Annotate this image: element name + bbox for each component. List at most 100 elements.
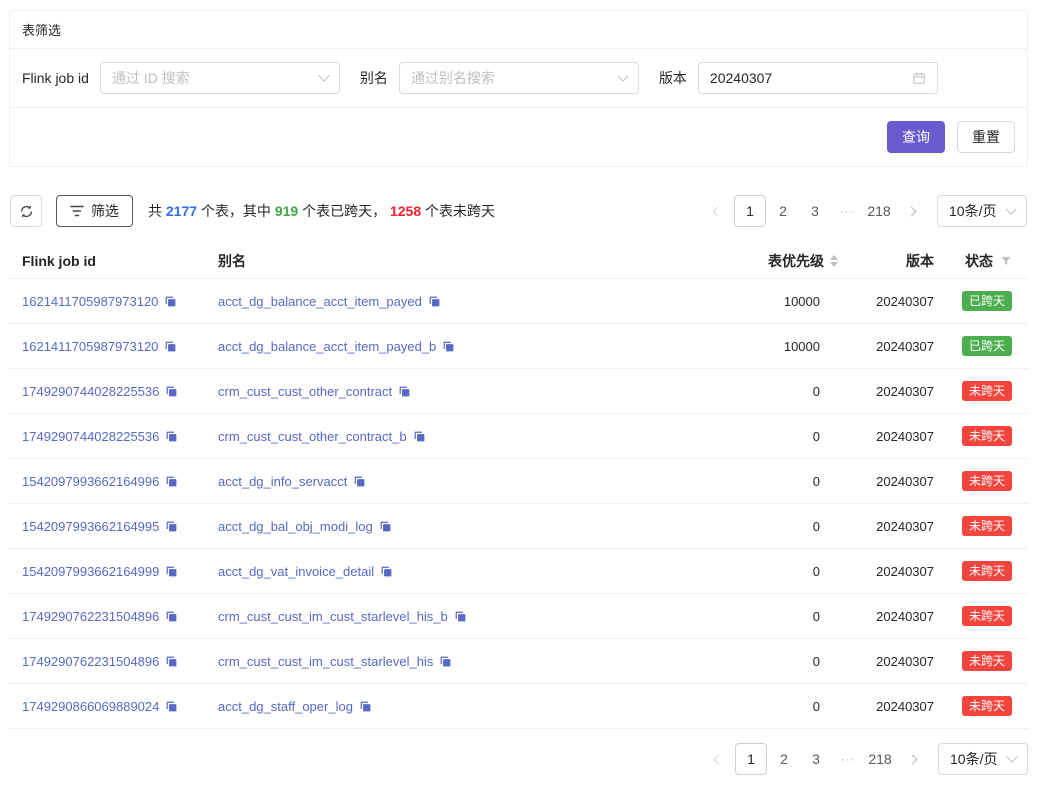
- flink-job-id-link[interactable]: 1621411705987973120: [22, 339, 158, 354]
- alias-link[interactable]: acct_dg_info_servacct: [218, 474, 347, 489]
- toolbar: 筛选 共 2177 个表，其中 919 个表已跨天， 1258 个表未跨天 1 …: [10, 195, 1027, 227]
- alias-link[interactable]: crm_cust_cust_other_contract: [218, 384, 392, 399]
- flink-job-id-field: Flink job id 通过 ID 搜索: [22, 62, 340, 94]
- sort-icon[interactable]: [830, 255, 838, 267]
- status-badge: 未跨天: [962, 606, 1012, 626]
- page-3-button[interactable]: 3: [800, 196, 830, 226]
- reset-button[interactable]: 重置: [957, 121, 1015, 153]
- summary-part: 个表已跨天，: [298, 203, 390, 219]
- page-last-button[interactable]: 218: [865, 744, 895, 774]
- version-value: 20240307: [838, 699, 934, 714]
- prev-page-button[interactable]: [703, 744, 733, 774]
- priority-value: 0: [668, 654, 838, 669]
- copy-icon[interactable]: [165, 700, 178, 713]
- page-3-button[interactable]: 3: [801, 744, 831, 774]
- page-1-button[interactable]: 1: [734, 195, 766, 227]
- copy-icon[interactable]: [380, 565, 393, 578]
- copy-icon[interactable]: [442, 340, 455, 353]
- priority-value: 0: [668, 564, 838, 579]
- priority-value: 0: [668, 699, 838, 714]
- copy-icon[interactable]: [359, 700, 372, 713]
- header-priority[interactable]: 表优先级: [668, 251, 838, 271]
- alias-placeholder: 通过别名搜索: [411, 68, 611, 88]
- next-page-button[interactable]: [896, 196, 926, 226]
- copy-icon[interactable]: [398, 385, 411, 398]
- copy-icon[interactable]: [165, 520, 178, 533]
- chevron-right-icon: [907, 754, 917, 764]
- total-count: 2177: [166, 203, 197, 219]
- alias-link[interactable]: acct_dg_staff_oper_log: [218, 699, 353, 714]
- copy-icon[interactable]: [165, 475, 178, 488]
- page-1-button[interactable]: 1: [735, 743, 767, 775]
- flink-job-id-link[interactable]: 1749290744028225536: [22, 429, 159, 444]
- alias-link[interactable]: acct_dg_balance_acct_item_payed_b: [218, 339, 436, 354]
- alias-link[interactable]: crm_cust_cust_other_contract_b: [218, 429, 407, 444]
- alias-link[interactable]: acct_dg_bal_obj_modi_log: [218, 519, 373, 534]
- version-value: 20240307: [838, 519, 934, 534]
- version-value: 20240307: [838, 654, 934, 669]
- summary-part: 个表未跨天: [421, 203, 495, 219]
- copy-icon[interactable]: [353, 475, 366, 488]
- copy-icon[interactable]: [164, 340, 177, 353]
- flink-job-id-link[interactable]: 1749290744028225536: [22, 384, 159, 399]
- chevron-left-icon: [712, 206, 722, 216]
- flink-job-id-link[interactable]: 1542097993662164999: [22, 564, 159, 579]
- next-page-button[interactable]: [897, 744, 927, 774]
- copy-icon[interactable]: [428, 295, 441, 308]
- version-label: 版本: [659, 68, 687, 88]
- results-table: Flink job id 别名 表优先级 版本 状态 1621411705987…: [9, 243, 1028, 729]
- flink-job-id-link[interactable]: 1749290762231504896: [22, 609, 159, 624]
- filter-funnel-icon[interactable]: [1000, 255, 1012, 267]
- page-size-select[interactable]: 10条/页: [938, 743, 1028, 775]
- table-row: 1542097993662164995 acct_dg_bal_obj_modi…: [9, 504, 1028, 549]
- alias-link[interactable]: crm_cust_cust_im_cust_starlevel_his_b: [218, 609, 448, 624]
- page-ellipsis[interactable]: ···: [832, 196, 862, 226]
- priority-value: 0: [668, 384, 838, 399]
- flink-job-id-select[interactable]: 通过 ID 搜索: [100, 62, 340, 94]
- filter-row: Flink job id 通过 ID 搜索 别名 通过别名搜索 版本 20240…: [10, 49, 1027, 108]
- filter-card: 表筛选 Flink job id 通过 ID 搜索 别名 通过别名搜索 版本: [9, 10, 1028, 167]
- flink-job-id-link[interactable]: 1749290762231504896: [22, 654, 159, 669]
- alias-link[interactable]: acct_dg_vat_invoice_detail: [218, 564, 374, 579]
- copy-icon[interactable]: [165, 385, 178, 398]
- page-ellipsis[interactable]: ···: [833, 744, 863, 774]
- chevron-down-icon: [318, 70, 329, 81]
- flink-job-id-placeholder: 通过 ID 搜索: [112, 68, 312, 88]
- copy-icon[interactable]: [379, 520, 392, 533]
- header-status: 状态: [934, 251, 1012, 271]
- page-size-select[interactable]: 10条/页: [937, 195, 1027, 227]
- query-button[interactable]: 查询: [887, 121, 945, 153]
- alias-select[interactable]: 通过别名搜索: [399, 62, 639, 94]
- page-last-button[interactable]: 218: [864, 196, 894, 226]
- copy-icon[interactable]: [413, 430, 426, 443]
- summary-part: 个表，其中: [197, 203, 275, 219]
- copy-icon[interactable]: [165, 610, 178, 623]
- table-row: 1542097993662164999 acct_dg_vat_invoice_…: [9, 549, 1028, 594]
- copy-icon[interactable]: [454, 610, 467, 623]
- copy-icon[interactable]: [164, 295, 177, 308]
- flink-job-id-link[interactable]: 1542097993662164996: [22, 474, 159, 489]
- version-value: 20240307: [838, 474, 934, 489]
- status-badge: 未跨天: [962, 516, 1012, 536]
- chevron-down-icon: [617, 70, 628, 81]
- copy-icon[interactable]: [439, 655, 452, 668]
- prev-page-button[interactable]: [702, 196, 732, 226]
- flink-job-id-link[interactable]: 1749290866069889024: [22, 699, 159, 714]
- page-2-button[interactable]: 2: [769, 744, 799, 774]
- page-2-button[interactable]: 2: [768, 196, 798, 226]
- bottom-bar: 1 2 3 ··· 218 10条/页: [9, 743, 1028, 775]
- alias-link[interactable]: acct_dg_balance_acct_item_payed: [218, 294, 422, 309]
- alias-link[interactable]: crm_cust_cust_im_cust_starlevel_his: [218, 654, 433, 669]
- summary-part: 共: [148, 203, 166, 219]
- priority-value: 0: [668, 519, 838, 534]
- version-date-input[interactable]: 20240307: [698, 62, 938, 94]
- page-size-value: 10条/页: [950, 749, 1000, 769]
- flink-job-id-link[interactable]: 1621411705987973120: [22, 294, 158, 309]
- flink-job-id-link[interactable]: 1542097993662164995: [22, 519, 159, 534]
- filter-toggle-button[interactable]: 筛选: [56, 195, 133, 227]
- copy-icon[interactable]: [165, 430, 178, 443]
- copy-icon[interactable]: [165, 565, 178, 578]
- version-value: 20240307: [838, 294, 934, 309]
- copy-icon[interactable]: [165, 655, 178, 668]
- refresh-button[interactable]: [10, 195, 42, 227]
